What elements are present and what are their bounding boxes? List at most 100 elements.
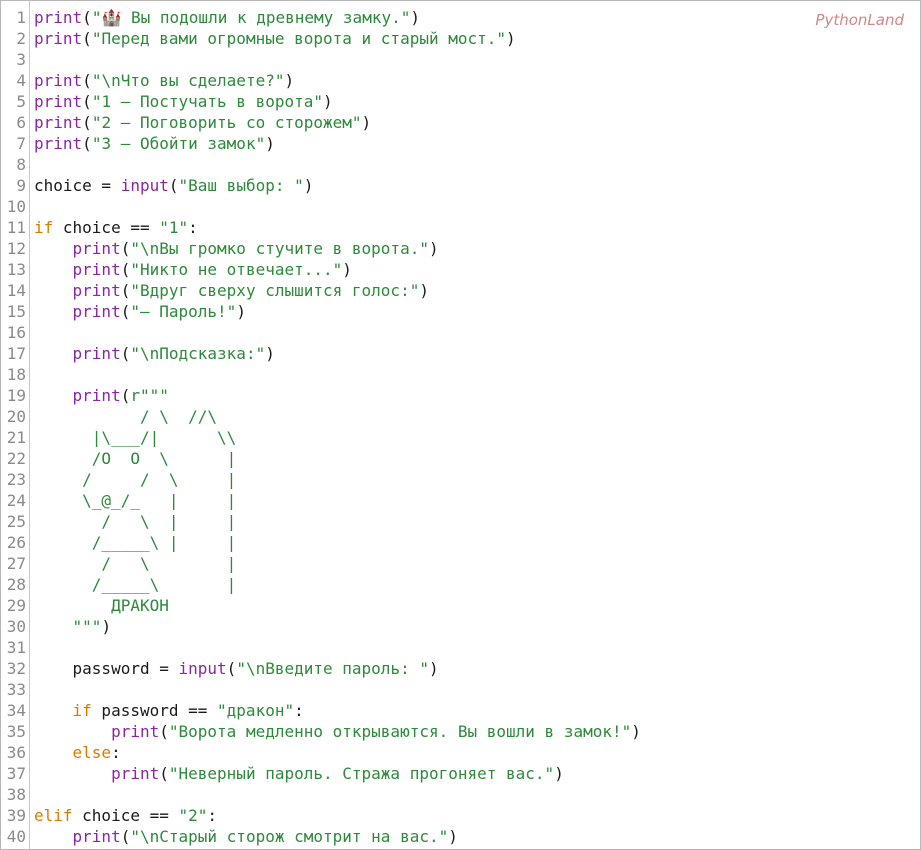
- code-token-string: "1": [159, 218, 189, 237]
- code-text: |\___/| \\: [34, 427, 237, 448]
- code-line[interactable]: 34 if password == "дракон":: [1, 700, 920, 721]
- code-line[interactable]: 8: [1, 154, 920, 175]
- code-text: / \ |: [34, 553, 236, 574]
- code-text: print("Неверный пароль. Стража прогоняет…: [34, 763, 564, 784]
- code-line[interactable]: 20 / \ //\: [1, 406, 920, 427]
- line-number: 28: [6, 575, 26, 594]
- line-number: 3: [16, 50, 26, 69]
- code-token-string: "— Пароль!": [130, 302, 237, 321]
- code-token-text: (: [120, 239, 131, 258]
- line-number: 4: [16, 71, 26, 90]
- code-token-text: ): [428, 659, 439, 678]
- code-token-keyword: elif: [34, 806, 73, 825]
- line-number: 11: [6, 218, 26, 237]
- code-token-text: (: [82, 8, 92, 27]
- code-token-builtin: print: [34, 92, 83, 111]
- code-token-builtin: print: [72, 827, 121, 846]
- code-line[interactable]: 21 |\___/| \\: [1, 427, 920, 448]
- line-number: 14: [6, 281, 26, 300]
- code-token-text: (: [82, 134, 92, 153]
- code-token-text: ): [284, 71, 295, 90]
- line-number: 12: [6, 239, 26, 258]
- line-number: 8: [16, 155, 26, 174]
- code-line[interactable]: 32 password = input("\nВведите пароль: "…: [1, 658, 920, 679]
- code-text: print("2 — Поговорить со сторожем"): [34, 112, 371, 133]
- line-number: 34: [6, 701, 26, 720]
- code-line[interactable]: 10: [1, 196, 920, 217]
- code-line[interactable]: 15 print("— Пароль!"): [1, 301, 920, 322]
- code-line[interactable]: 6 print("2 — Поговорить со сторожем"): [1, 112, 920, 133]
- code-token-string: "\nСтарый сторож смотрит на вас.": [130, 827, 449, 846]
- code-line[interactable]: 18: [1, 364, 920, 385]
- code-line[interactable]: 37 print("Неверный пароль. Стража прогон…: [1, 763, 920, 784]
- code-line[interactable]: 33: [1, 679, 920, 700]
- code-line[interactable]: 9 choice = input("Ваш выбор: "): [1, 175, 920, 196]
- code-editor[interactable]: PythonLand 1 print("🏰 Вы подошли к древне…: [0, 0, 921, 850]
- code-line[interactable]: 38: [1, 784, 920, 805]
- code-line[interactable]: 3: [1, 49, 920, 70]
- code-token-text: (: [82, 71, 92, 90]
- code-text: print("\nПодсказка:"): [34, 343, 275, 364]
- line-number: 2: [16, 29, 26, 48]
- code-token-string: /O O \ |: [34, 449, 237, 468]
- code-token-text: (: [82, 113, 92, 132]
- code-token-string: / \ |: [34, 554, 237, 573]
- code-line[interactable]: 7 print("3 — Обойти замок"): [1, 133, 920, 154]
- code-text: print("1 — Постучать в ворота"): [34, 91, 333, 112]
- code-line[interactable]: 39 elif choice == "2":: [1, 805, 920, 826]
- code-token-text: ): [361, 113, 372, 132]
- code-token-text: ): [323, 92, 333, 111]
- code-line[interactable]: 36 else:: [1, 742, 920, 763]
- code-line[interactable]: 11 if choice == "1":: [1, 217, 920, 238]
- code-line[interactable]: 40 print("\nСтарый сторож смотрит на вас…: [1, 826, 920, 847]
- code-token-string: / / \ |: [34, 470, 237, 489]
- code-line[interactable]: 16: [1, 322, 920, 343]
- code-line[interactable]: 12 print("\nВы громко стучите в ворота."…: [1, 238, 920, 259]
- line-number: 26: [6, 533, 26, 552]
- code-text: ДРАКОН: [34, 595, 169, 616]
- code-token-builtin: print: [72, 239, 121, 258]
- code-line[interactable]: 14 print("Вдруг сверху слышится голос:"): [1, 280, 920, 301]
- code-line[interactable]: 5 print("1 — Постучать в ворота"): [1, 91, 920, 112]
- code-text: print("Ворота медленно открываются. Вы в…: [34, 721, 641, 742]
- code-token-text: (: [82, 92, 92, 111]
- code-token-text: (: [159, 722, 169, 741]
- line-number: 18: [6, 365, 26, 384]
- code-text: elif choice == "2":: [34, 805, 217, 826]
- code-token-text: (: [159, 764, 169, 783]
- code-line[interactable]: 17 print("\nПодсказка:"): [1, 343, 920, 364]
- code-token-text: password ==: [91, 701, 218, 720]
- code-line[interactable]: 27 / \ |: [1, 553, 920, 574]
- code-line[interactable]: 29 ДРАКОН: [1, 595, 920, 616]
- code-token-text: choice =: [34, 176, 121, 195]
- code-text: print("🏰 Вы подошли к древнему замку."): [34, 7, 420, 28]
- code-line[interactable]: 30 """): [1, 616, 920, 637]
- code-text: print("\nЧто вы сделаете?"): [34, 70, 294, 91]
- code-token-builtin: print: [72, 386, 121, 405]
- code-token-text: (: [120, 281, 131, 300]
- code-text: print(r""": [34, 385, 169, 406]
- code-line[interactable]: 4 print("\nЧто вы сделаете?"): [1, 70, 920, 91]
- code-line[interactable]: 1 print("🏰 Вы подошли к древнему замку."): [1, 7, 920, 28]
- code-line[interactable]: 25 / \ | |: [1, 511, 920, 532]
- code-token-text: ): [342, 260, 352, 279]
- line-number: 33: [6, 680, 26, 699]
- code-line[interactable]: 13 print("Никто не отвечает..."): [1, 259, 920, 280]
- code-line[interactable]: 31: [1, 637, 920, 658]
- code-line[interactable]: 26 /_____\ | |: [1, 532, 920, 553]
- code-line[interactable]: 23 / / \ |: [1, 469, 920, 490]
- code-line[interactable]: 19 print(r""": [1, 385, 920, 406]
- code-line[interactable]: 35 print("Ворота медленно открываются. В…: [1, 721, 920, 742]
- code-line[interactable]: 2 print("Перед вами огромные ворота и ста…: [1, 28, 920, 49]
- code-line[interactable]: 22 /O O \ |: [1, 448, 920, 469]
- code-text: print("Вдруг сверху слышится голос:"): [34, 280, 429, 301]
- line-number: 31: [6, 638, 26, 657]
- code-line[interactable]: 28 /_____\ |: [1, 574, 920, 595]
- code-line[interactable]: 24 \_@_/_ | |: [1, 490, 920, 511]
- line-number: 38: [6, 785, 26, 804]
- code-token-text: :: [111, 743, 121, 762]
